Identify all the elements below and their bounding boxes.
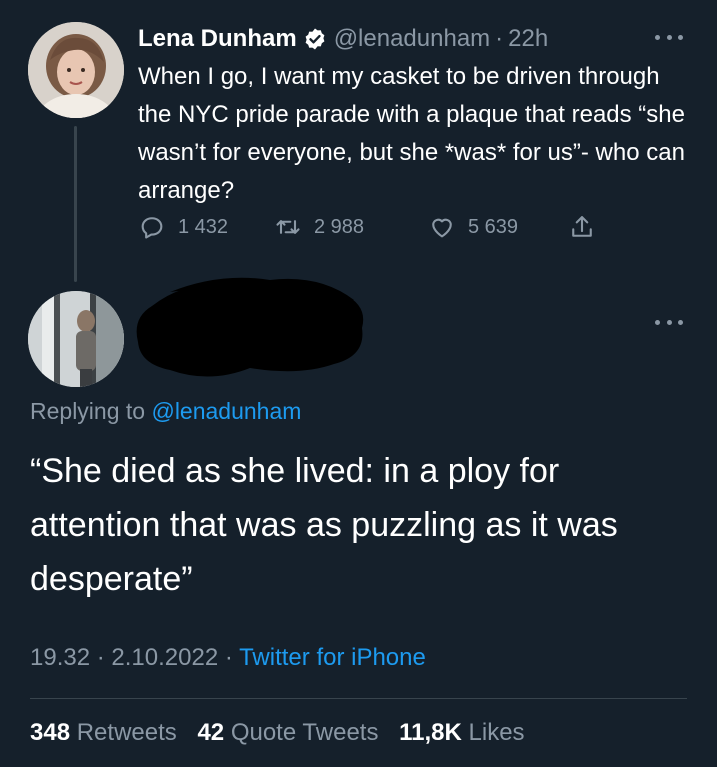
redacted-name-scribble (136, 277, 364, 377)
separator-dot: · (495, 25, 504, 52)
share-upload-icon (572, 216, 592, 237)
retweet-arrows-icon (276, 220, 300, 234)
heart-icon (432, 218, 452, 238)
likes-label: Likes (468, 719, 525, 746)
likes-count: 11,8K (399, 719, 462, 746)
retweet-button[interactable]: 2 988 (274, 210, 364, 244)
likes-stat[interactable]: 11,8K Likes (399, 719, 524, 746)
reply-text: “She died as she lived: in a ploy for at… (30, 452, 618, 598)
reply-count: 1 432 (178, 215, 229, 238)
reply-date[interactable]: 2.10.2022 (111, 644, 218, 671)
separator-dot: · (96, 644, 105, 671)
retweets-label: Retweets (76, 719, 177, 746)
retweet-count: 2 988 (314, 215, 365, 238)
tweet-time[interactable]: 22h (508, 24, 548, 54)
tweet-actions: 1 432 2 988 5 639 (138, 210, 618, 244)
more-options-icon[interactable] (655, 30, 683, 44)
author-handle[interactable]: @lenadunham (334, 24, 490, 54)
replier-avatar-photo (28, 291, 124, 387)
share-button[interactable] (568, 210, 596, 244)
engagement-stats: 348 Retweets 42 Quote Tweets 11,8K Likes (30, 718, 525, 748)
more-options-icon[interactable] (655, 315, 683, 329)
quote-tweets-label: Quote Tweets (230, 719, 379, 746)
retweets-stat[interactable]: 348 Retweets (30, 719, 177, 746)
author-name[interactable]: Lena Dunham (138, 24, 297, 54)
quote-tweets-stat[interactable]: 42 Quote Tweets (197, 719, 378, 746)
retweets-count: 348 (30, 719, 71, 746)
separator-dot: · (224, 644, 233, 671)
tweet-header: Lena Dunham @lenadunham · 22h (138, 24, 548, 54)
quote-tweets-count: 42 (197, 719, 225, 746)
replying-to-mention[interactable]: @lenadunham (151, 398, 301, 424)
replier-avatar[interactable] (28, 291, 124, 387)
tweet-text: When I go, I want my casket to be driven… (138, 63, 685, 204)
author-avatar[interactable] (28, 22, 124, 118)
like-button[interactable]: 5 639 (428, 210, 518, 244)
divider (30, 698, 687, 699)
verified-badge-icon (303, 27, 327, 51)
like-count: 5 639 (468, 215, 519, 238)
reply-button[interactable]: 1 432 (138, 210, 228, 244)
replying-to-label: Replying to (30, 398, 146, 424)
replying-to-line: Replying to @lenadunham (30, 396, 301, 426)
reply-time[interactable]: 19.32 (30, 644, 90, 671)
tweet-metadata: 19.32 · 2.10.2022 · Twitter for iPhone (30, 643, 426, 673)
speech-bubble-icon (141, 217, 163, 239)
thread-connector-line (74, 126, 77, 282)
tweet-source-link[interactable]: Twitter for iPhone (239, 644, 426, 671)
author-avatar-photo (28, 22, 124, 118)
